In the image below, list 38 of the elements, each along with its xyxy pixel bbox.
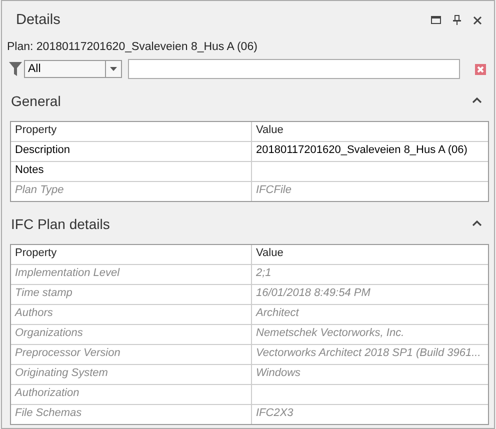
plan-label: Plan: 20180117201620_Svaleveien 8_Hus A (06) bbox=[6, 40, 258, 55]
table-cell-text: File Schemas bbox=[14, 406, 83, 421]
column-header: Property bbox=[14, 123, 58, 138]
table-cell[interactable]: Vectorworks Architect 2018 SP1 (Build 3961... bbox=[251, 345, 488, 364]
search-field[interactable] bbox=[128, 59, 460, 79]
column-header: Value bbox=[251, 122, 488, 141]
caret-icon bbox=[110, 67, 117, 71]
table-cell[interactable]: 20180117201620_Svaleveien 8_Hus A (06) bbox=[251, 142, 488, 161]
table-cell-text: Organizations bbox=[14, 326, 84, 341]
table-cell-text: Originating System bbox=[14, 366, 109, 381]
section-title: General bbox=[11, 92, 61, 109]
column-header: Value bbox=[251, 245, 488, 264]
table-cell-text: Time stamp bbox=[14, 286, 74, 301]
table-cell[interactable]: IFCFile bbox=[251, 182, 488, 201]
table-cell-text: Authorization bbox=[14, 386, 80, 401]
panel-title: Details bbox=[16, 12, 60, 28]
table-cell[interactable]: Windows bbox=[251, 365, 488, 384]
table-cell[interactable]: 16/01/2018 8:49:54 PM bbox=[251, 285, 488, 304]
column-header: Property bbox=[14, 246, 58, 261]
close-icon[interactable] bbox=[473, 16, 482, 24]
table-cell[interactable]: 2;1 bbox=[251, 265, 488, 284]
table-cell-text: Description bbox=[14, 143, 72, 158]
table-cell[interactable]: IFC2X3 bbox=[251, 405, 488, 424]
pin-icon[interactable] bbox=[453, 15, 461, 25]
table-cell-text: Authors bbox=[14, 306, 54, 321]
table-cell-text: Notes bbox=[14, 163, 45, 178]
filter-dropdown[interactable]: All bbox=[24, 60, 122, 78]
section-title: IFC Plan details bbox=[11, 215, 110, 232]
table-cell[interactable]: Nemetschek Vectorworks, Inc. bbox=[251, 325, 488, 344]
filter-icon[interactable] bbox=[9, 62, 22, 76]
table-cell-text: Preprocessor Version bbox=[14, 346, 122, 361]
maximize-icon[interactable] bbox=[431, 16, 441, 24]
table-cell-text: Plan Type bbox=[14, 183, 65, 198]
clear-icon[interactable] bbox=[475, 64, 486, 74]
collapse-icon[interactable] bbox=[472, 220, 482, 226]
table-cell[interactable]: Architect bbox=[251, 305, 488, 324]
collapse-icon[interactable] bbox=[472, 97, 482, 103]
table-cell-text: Implementation Level bbox=[14, 266, 121, 281]
